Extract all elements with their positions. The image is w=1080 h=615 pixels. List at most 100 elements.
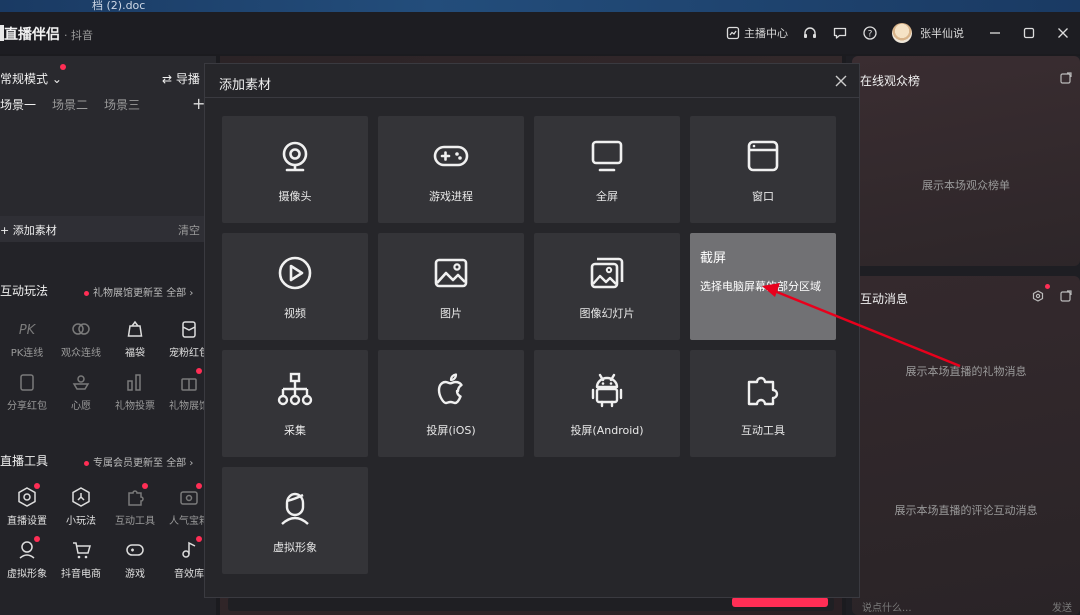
tool-mini-game[interactable]: 小玩法	[54, 486, 108, 527]
tile-screenshot[interactable]: 截屏 选择电脑屏幕的部分区域	[690, 233, 836, 340]
tool-pk[interactable]: PK PK连线	[0, 318, 54, 359]
tile-virtual-avatar[interactable]: 虚拟形象	[222, 467, 368, 574]
scene-tab-2[interactable]: 场景二	[52, 96, 88, 113]
user-menu[interactable]: 张半仙说	[892, 23, 964, 43]
tool-lucky-bag[interactable]: 福袋	[108, 318, 162, 359]
mode-selector[interactable]: 常规模式 ⌄	[0, 70, 62, 87]
plus-icon: +	[0, 224, 13, 237]
all-link[interactable]: 全部	[166, 458, 186, 469]
minimize-button[interactable]	[984, 22, 1006, 44]
guide-button[interactable]: ⇄ 导播	[162, 70, 200, 87]
live-tools-note-text: 专属会员更新至	[93, 458, 163, 469]
tool-audience-link[interactable]: 观众连线	[54, 318, 108, 359]
live-tools-grid: 直播设置 小玩法 互动工具 人气宝箱 虚拟形象 抖音电商 游戏 音效库	[0, 483, 216, 580]
audience-title: 在线观众榜	[860, 74, 921, 88]
tile-video[interactable]: 视频	[222, 233, 368, 340]
interact-tools-grid: PK PK连线 观众连线 福袋 宠粉红包 分享红包 心愿 礼物投票 礼物展馆	[0, 318, 216, 412]
tool-wish[interactable]: 心愿	[54, 371, 108, 412]
red-packet-icon	[182, 321, 196, 338]
slideshow-icon	[590, 257, 624, 288]
start-live-button[interactable]	[732, 597, 828, 607]
tile-game-process[interactable]: 游戏进程	[378, 116, 524, 223]
anchor-center-link[interactable]: 主播中心	[725, 25, 788, 41]
tool-virtual-avatar[interactable]: 虚拟形象	[0, 536, 54, 580]
puzzle-icon	[128, 490, 144, 506]
settings-icon[interactable]	[1032, 290, 1044, 302]
popout-icon[interactable]	[1060, 290, 1072, 302]
tool-ecommerce[interactable]: 抖音电商	[54, 539, 108, 580]
headset-icon	[804, 27, 816, 38]
close-icon	[1058, 28, 1068, 38]
tile-fullscreen[interactable]: 全屏	[534, 116, 680, 223]
music-note-icon	[182, 541, 196, 558]
tool-label: 礼物展馆	[169, 401, 209, 412]
mode-label: 常规模式	[0, 72, 49, 86]
messages-button[interactable]	[832, 25, 848, 41]
comment-input[interactable]: 说点什么... 发送	[862, 599, 1080, 615]
interact-note[interactable]: 礼物展馆更新至 全部 ›	[84, 284, 193, 299]
maximize-button[interactable]	[1018, 22, 1040, 44]
cart-icon	[73, 542, 91, 559]
tile-capture[interactable]: 采集	[222, 350, 368, 457]
tool-label: 宠粉红包	[169, 348, 209, 359]
tool-label: 音效库	[174, 569, 204, 580]
close-window-button[interactable]	[1052, 22, 1074, 44]
tool-label: PK连线	[10, 348, 44, 359]
tool-live-settings[interactable]: 直播设置	[0, 483, 54, 527]
tool-gift-vote[interactable]: 礼物投票	[108, 371, 162, 412]
headset-button[interactable]	[802, 25, 818, 41]
tile-interact-tools[interactable]: 互动工具	[690, 350, 836, 457]
close-icon[interactable]	[833, 73, 849, 89]
tool-game[interactable]: 游戏	[108, 539, 162, 580]
tool-label: 人气宝箱	[169, 516, 209, 527]
all-link[interactable]: 全部	[166, 288, 186, 299]
link-icon	[72, 323, 90, 335]
apple-icon	[437, 372, 463, 404]
lucky-bag-icon	[127, 320, 143, 337]
username: 张半仙说	[920, 27, 964, 40]
tile-label: 图像幻灯片	[579, 306, 635, 320]
tile-label: 窗口	[752, 189, 774, 203]
tool-share-redpacket[interactable]: 分享红包	[0, 371, 54, 412]
tile-hover-description: 选择电脑屏幕的部分区域	[700, 280, 821, 293]
tile-slideshow[interactable]: 图像幻灯片	[534, 233, 680, 340]
tile-window[interactable]: 窗口	[690, 116, 836, 223]
avatar-icon	[281, 492, 309, 525]
interact-note-text: 礼物展馆更新至	[93, 288, 163, 299]
android-icon	[591, 373, 623, 407]
chat-bubble-icon	[833, 27, 847, 39]
maximize-icon	[1023, 27, 1035, 39]
tile-cast-android[interactable]: 投屏(Android)	[534, 350, 680, 457]
live-tools-note[interactable]: 专属会员更新至 全部 ›	[84, 454, 193, 469]
gamepad-icon	[433, 145, 469, 166]
comment-empty-text: 展示本场直播的评论互动消息	[894, 504, 1038, 517]
tile-label: 图片	[440, 306, 462, 320]
anchor-center-label: 主播中心	[744, 27, 788, 40]
tile-camera[interactable]: 摄像头	[222, 116, 368, 223]
tile-label: 虚拟形象	[273, 540, 317, 554]
scene-tab-3[interactable]: 场景三	[104, 96, 140, 113]
tile-label: 全屏	[596, 189, 618, 203]
scene-tab-1[interactable]: 场景一	[0, 96, 36, 113]
tile-cast-ios[interactable]: 投屏(iOS)	[378, 350, 524, 457]
help-button[interactable]: ?	[862, 25, 878, 41]
right-panel: 在线观众榜 展示本场观众榜单 互动消息 展示本场直播的礼物消息 展示本场直播的评…	[846, 56, 1080, 615]
tool-interact[interactable]: 互动工具	[108, 483, 162, 527]
send-button[interactable]: 发送	[1052, 599, 1072, 614]
tool-label: 小玩法	[66, 516, 96, 527]
chevron-down-icon: ⌄	[51, 72, 62, 86]
pk-icon: PK	[19, 323, 37, 338]
notification-dot	[142, 483, 148, 489]
modal-header: 添加素材	[205, 64, 859, 98]
tile-image[interactable]: 图片	[378, 233, 524, 340]
notification-dot	[34, 483, 40, 489]
notification-dot	[34, 536, 40, 542]
tool-label: 虚拟形象	[7, 569, 47, 580]
clear-button[interactable]: 清空	[178, 222, 200, 238]
add-source-modal: 添加素材 摄像头 游戏进程 全屏 窗口 视频 图片 图像幻灯片 截屏 选择电脑屏…	[204, 63, 860, 598]
puzzle-icon	[747, 376, 779, 405]
tool-label: 福袋	[125, 348, 145, 359]
popout-icon[interactable]	[1060, 72, 1072, 84]
live-tools-title: 直播工具	[0, 454, 49, 468]
add-source-button[interactable]: + 添加素材	[0, 222, 57, 238]
